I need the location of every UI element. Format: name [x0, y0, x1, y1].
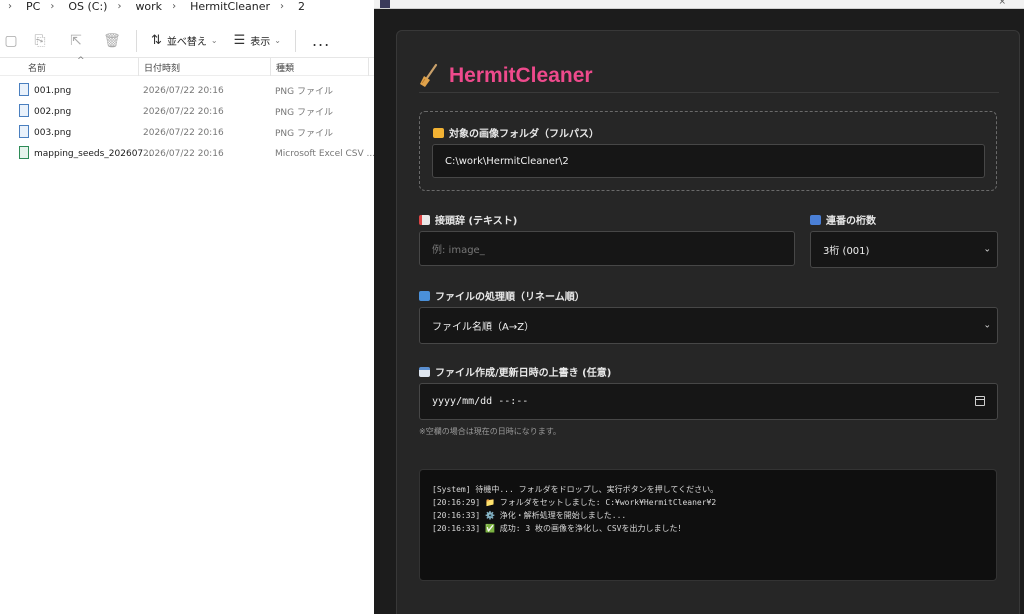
window-titlebar[interactable]: × — [374, 0, 1024, 9]
more-options-button[interactable]: ... — [302, 31, 340, 50]
file-type: PNG ファイル — [275, 108, 333, 118]
file-date: 2026/07/22 20:16 — [143, 106, 224, 117]
chevron-right-icon: › — [50, 0, 55, 12]
hermitcleaner-window: × HermitCleaner 対象の画像フォルダ（フルパス） C:\work\… — [374, 0, 1024, 614]
share-icon[interactable]: ⇱ — [58, 24, 94, 58]
sort-icon: ⇅ — [151, 33, 162, 48]
chevron-right-icon: › — [172, 0, 177, 12]
breadcrumb-work[interactable]: work — [135, 0, 162, 13]
csv-file-icon — [19, 146, 29, 159]
datetime-input[interactable]: yyyy/mm/dd --:-- — [419, 383, 998, 420]
chevron-right-icon: › — [280, 0, 285, 12]
broom-icon — [419, 63, 439, 89]
copy-icon[interactable]: ▢ — [0, 24, 22, 58]
datetime-hint: ※空欄の場合は現在の日時になります。 — [419, 427, 561, 436]
log-line: [20:16:33] ⚙️ 浄化・解析処理を開始しました... — [432, 511, 627, 520]
file-row-001[interactable]: 001.png 2026/07/22 20:16 PNG ファイル — [0, 80, 374, 101]
order-selected: ファイル名順（A→Z） — [432, 322, 535, 333]
refresh-icon — [419, 290, 430, 301]
file-type: Microsoft Excel CSV ... — [275, 148, 376, 159]
file-date: 2026/07/22 20:16 — [143, 127, 224, 138]
column-header-type[interactable]: 種類 — [276, 61, 294, 74]
numbers-icon — [810, 214, 821, 225]
folder-label: 対象の画像フォルダ（フルパス） — [433, 125, 599, 140]
column-divider[interactable] — [270, 58, 271, 76]
log-line: [20:16:33] ✅ 成功: 3 枚の画像を浄化し、CSVを出力しました！ — [432, 524, 686, 533]
png-file-icon — [19, 83, 29, 96]
breadcrumb-pc[interactable]: PC — [26, 0, 40, 13]
main-card: HermitCleaner 対象の画像フォルダ（フルパス） C:\work\He… — [396, 30, 1020, 614]
order-select[interactable]: ファイル名順（A→Z） ⌄ — [419, 307, 998, 344]
trash-icon[interactable]: 🗑 — [94, 24, 130, 58]
column-header-name[interactable]: 名前 — [28, 61, 46, 74]
sort-ascending-icon: ^ — [77, 56, 85, 66]
column-header-date[interactable]: 日付時刻 — [144, 61, 180, 74]
sort-button[interactable]: ⇅ 並べ替え ⌄ — [143, 24, 226, 58]
digits-select[interactable]: 3桁 (001) ⌄ — [810, 231, 998, 268]
file-row-002[interactable]: 002.png 2026/07/22 20:16 PNG ファイル — [0, 101, 374, 122]
order-label: ファイルの処理順（リネーム順） — [419, 288, 585, 303]
column-header-row: ^ 名前 日付時刻 種類 — [0, 56, 374, 76]
chevron-down-icon: ⌄ — [210, 36, 218, 45]
view-label: 表示 — [250, 37, 271, 48]
folder-label-text: 対象の画像フォルダ（フルパス） — [449, 129, 599, 140]
file-name: 002.png — [34, 106, 72, 117]
png-file-icon — [19, 125, 29, 138]
view-icon: ☰ — [233, 33, 246, 48]
prefix-label-text: 接頭辞 (テキスト) — [435, 216, 518, 227]
chevron-down-icon: ⌄ — [274, 36, 281, 45]
calendar-icon — [419, 366, 430, 377]
file-date: 2026/07/22 20:16 — [143, 85, 224, 96]
datetime-value: yyyy/mm/dd --:-- — [432, 396, 529, 407]
file-type: PNG ファイル — [275, 129, 333, 139]
chevron-right-icon: › — [117, 0, 122, 12]
png-file-icon — [19, 104, 29, 117]
toolbar-divider — [136, 29, 137, 52]
file-row-csv[interactable]: mapping_seeds_202607... 2026/07/22 20:16… — [0, 143, 376, 164]
sort-label: 並べ替え — [166, 37, 207, 48]
chevron-down-icon: ⌄ — [983, 244, 991, 254]
order-label-text: ファイルの処理順（リネーム順） — [435, 292, 585, 303]
log-line: [20:16:29] 📁 フォルダをセットしました: C:¥work¥Hermi… — [432, 498, 717, 507]
file-name: mapping_seeds_202607... — [34, 148, 152, 159]
file-explorer-window: › PC › OS (C:) › work › HermitCleaner › … — [0, 0, 376, 614]
app-icon — [380, 0, 390, 8]
view-button[interactable]: ☰ 表示 ⌄ — [226, 24, 289, 58]
breadcrumb-drive[interactable]: OS (C:) — [68, 0, 107, 13]
close-icon[interactable]: × — [998, 0, 1006, 7]
digits-selected: 3桁 (001) — [823, 246, 870, 257]
file-list: 001.png 2026/07/22 20:16 PNG ファイル 002.pn… — [0, 80, 376, 164]
column-divider[interactable] — [368, 58, 369, 76]
digits-label: 連番の桁数 — [810, 212, 876, 227]
chevron-down-icon: ⌄ — [983, 320, 991, 330]
prefix-label: 接頭辞 (テキスト) — [419, 212, 517, 227]
calendar-picker-icon[interactable] — [975, 396, 985, 406]
app-header: HermitCleaner — [419, 59, 999, 93]
file-name: 001.png — [34, 85, 72, 96]
digits-label-text: 連番の桁数 — [826, 216, 876, 227]
breadcrumb-folder-2[interactable]: 2 — [298, 0, 305, 13]
folder-drop-zone[interactable]: 対象の画像フォルダ（フルパス） C:\work\HermitCleaner\2 — [419, 111, 997, 191]
file-name: 003.png — [34, 127, 72, 138]
app-title: HermitCleaner — [449, 63, 593, 87]
log-console: [System] 待機中... フォルダをドロップし、実行ボタンを押してください… — [419, 469, 997, 581]
explorer-toolbar: ▢ ⎘ ⇱ 🗑 ⇅ 並べ替え ⌄ ☰ 表示 ⌄ ... — [0, 24, 374, 58]
memo-icon — [419, 214, 430, 225]
file-date: 2026/07/22 20:16 — [143, 148, 224, 159]
file-row-003[interactable]: 003.png 2026/07/22 20:16 PNG ファイル — [0, 122, 374, 143]
rename-icon[interactable]: ⎘ — [22, 24, 58, 58]
chevron-right-icon: › — [8, 0, 12, 12]
breadcrumb: › PC › OS (C:) › work › HermitCleaner › … — [0, 0, 374, 13]
datetime-label-text: ファイル作成/更新日時の上書き (任意) — [435, 368, 612, 379]
file-type: PNG ファイル — [275, 87, 333, 97]
log-line: [System] 待機中... フォルダをドロップし、実行ボタンを押してください… — [432, 485, 719, 494]
prefix-input[interactable]: 例: image_ — [419, 231, 795, 266]
folder-path-input[interactable]: C:\work\HermitCleaner\2 — [432, 144, 985, 178]
folder-icon — [433, 127, 444, 138]
breadcrumb-hermitcleaner[interactable]: HermitCleaner — [190, 0, 270, 13]
column-divider[interactable] — [138, 58, 139, 76]
toolbar-divider — [294, 29, 296, 52]
datetime-label: ファイル作成/更新日時の上書き (任意) — [419, 364, 611, 379]
